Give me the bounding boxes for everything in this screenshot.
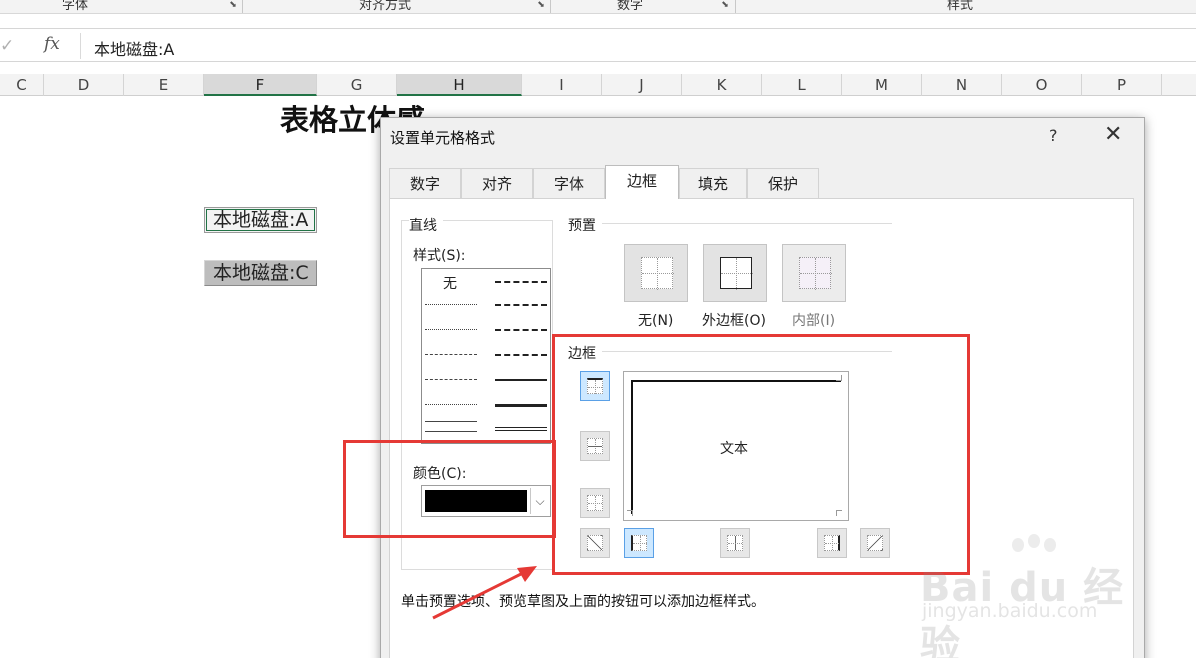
line-style-option[interactable] [425, 304, 477, 305]
column-header-g[interactable]: G [317, 74, 397, 96]
column-headers: C D E F G H I J K L M N O P [0, 74, 1196, 96]
annotation-arrow-icon [432, 566, 537, 620]
formula-input[interactable]: 本地磁盘:A [94, 36, 174, 60]
column-header-f[interactable]: F [204, 74, 317, 96]
help-icon[interactable]: ? [1049, 126, 1058, 145]
line-group-label: 直线 [409, 218, 437, 234]
line-style-list[interactable]: 无 [421, 268, 551, 444]
line-style-none[interactable]: 无 [443, 273, 457, 293]
group-line [602, 223, 892, 224]
column-header-h[interactable]: H [397, 74, 522, 96]
tab-alignment[interactable]: 对齐 [461, 168, 533, 198]
line-style-option[interactable] [425, 379, 477, 380]
ribbon-bottom: 字体 ⬊ 对齐方式 ⬊ 数字 ⬊ 样式 [0, 0, 1196, 14]
line-style-option[interactable] [425, 329, 477, 330]
ribbon-separator [550, 0, 551, 13]
preset-none-button[interactable] [624, 244, 688, 302]
preset-inside-icon [799, 257, 832, 290]
column-header-k[interactable]: K [682, 74, 762, 96]
line-style-option[interactable] [495, 404, 547, 407]
preset-none-icon [641, 257, 674, 290]
watermark-url: jingyan.baidu.com [922, 600, 1098, 622]
line-style-option[interactable] [495, 304, 547, 306]
preset-group-label: 预置 [568, 218, 596, 234]
style-label: 样式(S): [413, 248, 466, 264]
ribbon-group-font: 字体 [61, 0, 88, 13]
close-icon[interactable]: ✕ [1104, 123, 1122, 147]
group-line [401, 220, 409, 221]
font-dialog-launcher-icon[interactable]: ⬊ [228, 1, 238, 11]
line-style-option[interactable] [495, 427, 547, 431]
column-header-j[interactable]: J [602, 74, 682, 96]
column-header-e[interactable]: E [124, 74, 204, 96]
tab-border[interactable]: 边框 [605, 165, 679, 199]
group-line [443, 220, 553, 221]
column-header-c[interactable]: C [0, 74, 44, 96]
formula-bar-divider [80, 33, 81, 59]
ribbon-separator [242, 0, 243, 13]
tab-protection[interactable]: 保护 [747, 168, 819, 198]
preset-outline-label[interactable]: 外边框(O) [702, 310, 766, 330]
preset-outline-icon [720, 257, 753, 290]
preset-none-label[interactable]: 无(N) [638, 310, 673, 330]
preset-inside-label: 内部(I) [792, 313, 836, 329]
line-style-option[interactable] [425, 431, 477, 432]
alignment-dialog-launcher-icon[interactable]: ⬊ [536, 1, 546, 11]
tab-number[interactable]: 数字 [389, 168, 461, 198]
annotation-box-border [552, 334, 970, 575]
line-style-option[interactable] [425, 404, 477, 405]
number-dialog-launcher-icon[interactable]: ⬊ [720, 1, 730, 11]
column-header-d[interactable]: D [44, 74, 124, 96]
column-header-n[interactable]: N [922, 74, 1002, 96]
column-header-p[interactable]: P [1082, 74, 1162, 96]
insert-function-icon[interactable]: fx [44, 34, 60, 54]
line-style-option[interactable] [425, 421, 477, 422]
formula-bar: ✓ fx 本地磁盘:A [0, 28, 1196, 62]
excel-window: 字体 ⬊ 对齐方式 ⬊ 数字 ⬊ 样式 ✓ fx 本地磁盘:A C D E F … [0, 0, 1196, 658]
ribbon-separator [735, 0, 736, 13]
enter-check-icon[interactable]: ✓ [0, 36, 20, 56]
tab-fill[interactable]: 填充 [679, 168, 747, 198]
column-header-i[interactable]: I [522, 74, 602, 96]
line-style-option[interactable] [495, 329, 547, 331]
baidu-watermark: Bai du 经验 jingyan.baidu.com [912, 534, 1162, 658]
column-header-o[interactable]: O [1002, 74, 1082, 96]
line-style-option[interactable] [425, 354, 477, 355]
ribbon-group-alignment: 对齐方式 [358, 0, 411, 13]
cell-local-disk-a[interactable]: 本地磁盘:A [204, 207, 317, 233]
preset-outline-button[interactable] [703, 244, 767, 302]
line-style-option[interactable] [495, 379, 547, 381]
line-style-option[interactable] [495, 281, 547, 283]
ribbon-group-number: 数字 [616, 0, 643, 13]
cell-local-disk-c[interactable]: 本地磁盘:C [204, 260, 317, 286]
column-header-l[interactable]: L [762, 74, 842, 96]
annotation-box-color [343, 440, 556, 538]
column-header-m[interactable]: M [842, 74, 922, 96]
tab-font[interactable]: 字体 [533, 168, 605, 198]
ribbon-group-styles: 样式 [946, 0, 973, 13]
preset-inside-button [782, 244, 846, 302]
dialog-title: 设置单元格格式 [390, 129, 496, 147]
line-style-option[interactable] [495, 354, 547, 356]
